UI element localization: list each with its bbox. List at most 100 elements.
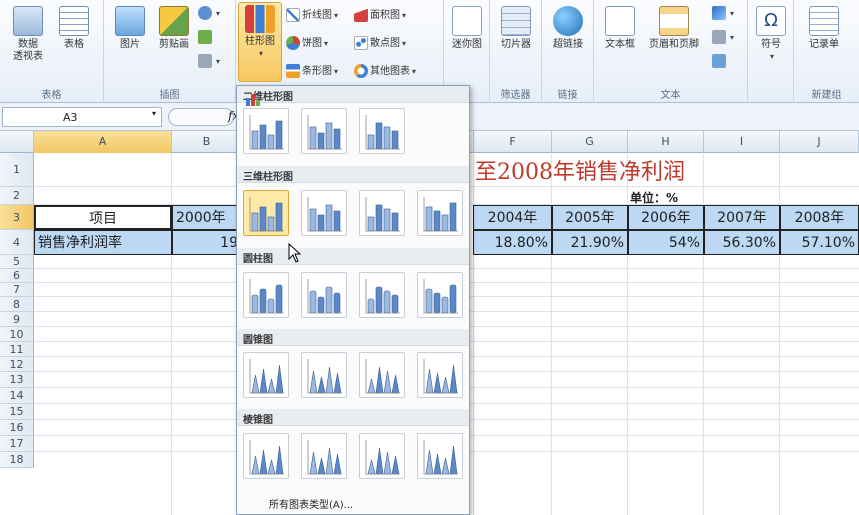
chart-type-thumbnail[interactable] — [359, 190, 405, 236]
chart-type-thumbnail[interactable] — [417, 190, 463, 236]
cell-J4[interactable]: 57.10% — [780, 230, 859, 255]
cell-F4[interactable]: 18.80% — [473, 230, 552, 255]
cell-G3[interactable]: 2005年 — [552, 205, 628, 230]
chart-preview-icon — [365, 197, 400, 232]
chart-type-thumbnail[interactable] — [243, 433, 289, 479]
row-header-3[interactable]: 3 — [0, 205, 34, 230]
cell-G4[interactable]: 21.90% — [552, 230, 628, 255]
cell-B3[interactable]: 2000年 — [172, 205, 242, 230]
hyperlink-button[interactable]: 超链接 — [546, 4, 590, 78]
chart-type-thumbnail[interactable] — [243, 272, 289, 318]
row-header-2[interactable]: 2 — [0, 187, 34, 205]
slicer-button[interactable]: 切片器 — [494, 4, 538, 78]
chart-type-thumbnail[interactable] — [359, 352, 405, 398]
row-header-7[interactable]: 7 — [0, 283, 34, 297]
preview-bar — [383, 126, 391, 150]
chart-type-thumbnail[interactable] — [301, 272, 347, 318]
row-header-1[interactable]: 1 — [0, 153, 34, 187]
column-header-A[interactable]: A — [34, 131, 172, 153]
object-button[interactable] — [712, 54, 728, 74]
chart-type-thumbnail[interactable] — [417, 272, 463, 318]
picture-button[interactable]: 图片 — [108, 4, 152, 78]
record-form-button[interactable]: 记录单 — [802, 4, 846, 78]
all-chart-types-link[interactable]: 所有图表类型(A)... — [237, 490, 469, 514]
cell-A4[interactable]: 销售净利润率 — [34, 230, 172, 255]
preview-bar — [251, 294, 259, 314]
pivot-table-button[interactable]: 数据 透视表 — [6, 4, 50, 78]
name-box[interactable]: A3 — [2, 107, 162, 127]
cell-J3[interactable]: 2008年 — [780, 205, 859, 230]
chart-type-thumbnail[interactable] — [301, 190, 347, 236]
chart-type-thumbnail[interactable] — [301, 352, 347, 398]
chart-type-thumbnail[interactable] — [359, 108, 405, 154]
column-header-J[interactable]: J — [780, 131, 859, 153]
area-chart-button[interactable]: 面积图 ▾ — [354, 6, 406, 26]
unit-label[interactable]: 单位：% — [630, 189, 678, 206]
chart-type-thumbnail[interactable] — [417, 433, 463, 479]
column-chart-gallery[interactable]: 二维柱形图 三维柱形图 圆柱图 圆锥图 棱锥图 所有图表类型(A)... — [236, 85, 470, 515]
cell-F3[interactable]: 2004年 — [473, 205, 552, 230]
row-header-10[interactable]: 10 — [0, 327, 34, 342]
bar-chart-button[interactable]: 条形图 ▾ — [286, 62, 338, 82]
column-header-G[interactable]: G — [552, 131, 628, 153]
column-header-F[interactable]: F — [474, 131, 552, 153]
chevron-down-icon[interactable]: ▾ — [152, 109, 156, 118]
chart-type-thumbnail[interactable] — [359, 433, 405, 479]
row-header-5[interactable]: 5 — [0, 255, 34, 269]
column-chart-button[interactable]: 柱形图 ▾ — [238, 2, 282, 82]
header-footer-button[interactable]: 页眉和页脚 — [644, 4, 704, 78]
formula-controls[interactable] — [168, 108, 234, 126]
screenshot-button[interactable]: ▾ — [198, 54, 220, 74]
cell-B4[interactable]: 19 — [172, 230, 242, 255]
symbol-button[interactable]: Ω 符号 ▾ — [749, 4, 793, 78]
sheet-title[interactable]: 至2008年销售净利润 — [475, 154, 685, 186]
sparkline-button[interactable]: 迷你图 — [445, 4, 489, 78]
scatter-chart-button[interactable]: 散点图 ▾ — [354, 34, 406, 54]
chart-type-thumbnail[interactable] — [301, 108, 347, 154]
chart-type-thumbnail[interactable] — [243, 352, 289, 398]
row-header-18[interactable]: 18 — [0, 452, 34, 468]
cell-A3[interactable]: 项目 — [34, 205, 172, 230]
row-header-4[interactable]: 4 — [0, 230, 34, 255]
chart-preview-icon — [365, 359, 400, 394]
cell-I3[interactable]: 2007年 — [704, 205, 780, 230]
row-header-9[interactable]: 9 — [0, 312, 34, 327]
row-header-15[interactable]: 15 — [0, 404, 34, 420]
cell-H4[interactable]: 54% — [628, 230, 704, 255]
row-header-8[interactable]: 8 — [0, 297, 34, 312]
textbox-button[interactable]: 文本框 — [598, 4, 642, 78]
chart-type-thumbnail[interactable] — [417, 352, 463, 398]
column-header-B[interactable]: B — [172, 131, 242, 153]
cell-I4[interactable]: 56.30% — [704, 230, 780, 255]
preview-bar — [425, 206, 433, 232]
cell-H3[interactable]: 2006年 — [628, 205, 704, 230]
preview-bar — [325, 204, 333, 232]
wordart-button[interactable]: ▾ — [712, 6, 734, 26]
chart-type-thumbnail[interactable] — [359, 272, 405, 318]
preview-bar — [367, 216, 375, 232]
column-header-I[interactable]: I — [704, 131, 780, 153]
row-header-13[interactable]: 13 — [0, 372, 34, 388]
chart-type-thumbnail[interactable] — [243, 108, 289, 154]
row-header-6[interactable]: 6 — [0, 269, 34, 283]
smartart-button[interactable] — [198, 30, 214, 50]
other-charts-button[interactable]: 其他图表 ▾ — [354, 62, 416, 82]
signature-line-button[interactable]: ▾ — [712, 30, 734, 50]
preview-bar — [449, 445, 458, 475]
row-header-17[interactable]: 17 — [0, 436, 34, 452]
table-button[interactable]: 表格 — [52, 4, 96, 78]
pie-chart-button[interactable]: 饼图 ▾ — [286, 34, 328, 54]
preview-bar — [449, 284, 457, 314]
clipart-button[interactable]: 剪贴画 — [152, 4, 196, 78]
shapes-button[interactable]: ▾ — [198, 6, 220, 26]
row-header-11[interactable]: 11 — [0, 342, 34, 357]
preview-bar — [433, 372, 442, 394]
chart-type-thumbnail[interactable] — [301, 433, 347, 479]
column-header-H[interactable]: H — [628, 131, 704, 153]
select-all-corner[interactable] — [0, 131, 34, 153]
row-header-16[interactable]: 16 — [0, 420, 34, 436]
line-chart-button[interactable]: 折线图 ▾ — [286, 6, 338, 26]
chart-type-thumbnail[interactable] — [243, 190, 289, 236]
row-header-14[interactable]: 14 — [0, 388, 34, 404]
row-header-12[interactable]: 12 — [0, 357, 34, 372]
